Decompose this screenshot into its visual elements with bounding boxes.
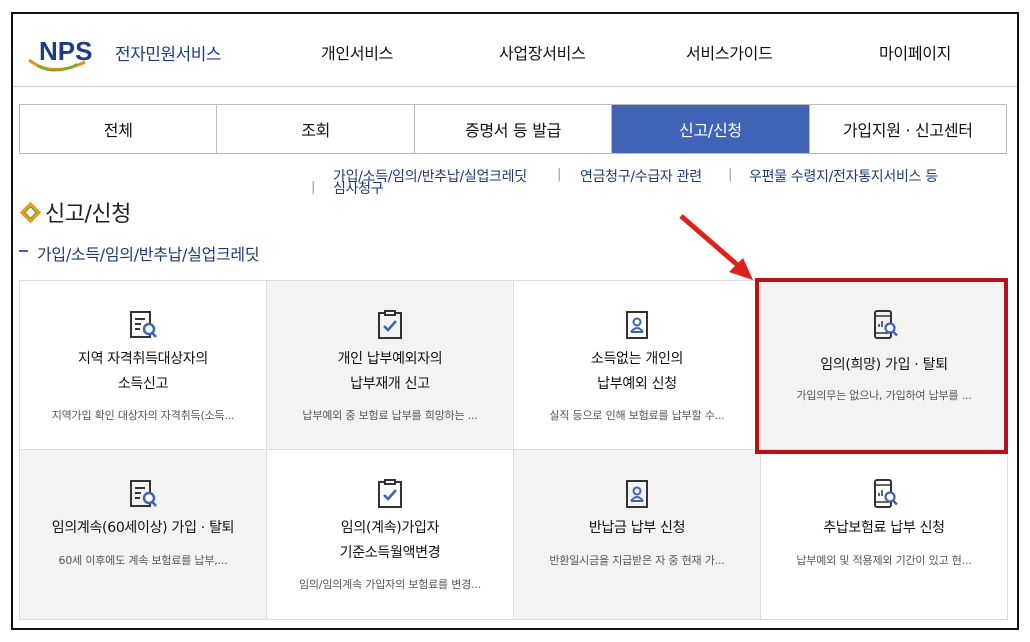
subnav-mail-address[interactable]: 우편물 수령지/전자통지서비스 등 [749,166,938,186]
subnav-separator: | [557,167,562,182]
card-description: 납부예외 및 적용제외 기간이 있고 현... [796,554,972,567]
logo-title: 전자민원서비스 [115,45,221,65]
card-voluntary-join-withdraw[interactable]: 임의(희망) 가입 · 탈퇴 가입의무는 없으나, 가입하여 납부를 ... [761,280,1008,450]
section-dash-icon [19,250,28,252]
id-card-icon [626,480,648,508]
logo-swoosh-icon [28,58,86,72]
document-search-icon [130,311,157,338]
page-title: 신고/신청 [45,202,131,227]
tab-report-apply[interactable]: 신고/신청 [611,105,809,153]
card-description: 가입의무는 없으나, 가입하여 납부를 ... [796,389,972,402]
card-description: 임의/임의계속 가입자의 보험료를 변경... [298,578,481,591]
card-title: 납부예외 신청 [597,376,677,392]
card-title: 개인 납부예외자의 [337,351,443,367]
card-title: 임의계속(60세이상) 가입 · 탈퇴 [51,520,235,536]
tab-certificates[interactable]: 증명서 등 발급 [413,105,611,153]
section-title: 가입/소득/임의/반추납/실업크레딧 [37,245,260,264]
card-title: 반납금 납부 신청 [588,520,686,536]
card-description: 반환일시금을 지급받은 자 중 현재 가... [549,554,725,567]
card-payment-exemption-apply[interactable]: 소득없는 개인의 납부예외 신청 실직 등으로 인해 보험료를 납부할 수... [514,280,761,450]
subnav-pension-claim[interactable]: 연금청구/수급자 관련 [580,166,702,186]
card-refund-payment-apply[interactable]: 반납금 납부 신청 반환일시금을 지급받은 자 중 현재 가... [514,450,761,620]
card-description: 지역가입 확인 대상자의 자격취득(소득... [51,409,235,422]
nav-personal-services[interactable]: 개인서비스 [321,40,393,64]
subnav-separator: | [311,180,316,195]
site-header: NPS 전자민원서비스 개인서비스 사업장서비스 서비스가이드 마이페이지 [13,14,1017,87]
card-title: 기준소득월액변경 [339,545,441,561]
tab-inquiry[interactable]: 조회 [216,105,413,153]
tab-all[interactable]: 전체 [19,105,216,153]
card-title: 납부재개 신고 [350,376,430,392]
document-search-icon [130,480,157,507]
card-description: 실직 등으로 인해 보험료를 납부할 수... [549,409,725,422]
nav-business-services[interactable]: 사업장서비스 [499,40,586,64]
subnav-review-request[interactable]: 심사청구 [333,178,384,198]
subnav-separator: | [728,167,733,182]
card-regional-income-report[interactable]: 지역 자격취득대상자의 소득신고 지역가입 확인 대상자의 자격취득(소득... [19,280,267,450]
card-late-premium-payment[interactable]: 추납보험료 납부 신청 납부예외 및 적용제외 기간이 있고 현... [761,450,1008,620]
nps-logo[interactable]: NPS 전자민원서비스 [23,34,228,74]
tab-support-center[interactable]: 가입지원 · 신고센터 [808,105,1008,153]
clipboard-check-icon [378,479,402,508]
phone-search-icon [874,310,898,339]
category-tabs: 전체 조회 증명서 등 발급 신고/신청 가입지원 · 신고센터 [19,104,1008,154]
card-title: 소득신고 [117,376,169,392]
diamond-bullet-icon [19,201,42,224]
id-card-icon [626,311,648,339]
card-income-standard-change[interactable]: 임의(계속)가입자 기준소득월액변경 임의/임의계속 가입자의 보험료를 변경.… [267,450,514,620]
card-title: 추납보험료 납부 신청 [823,520,945,536]
card-continued-voluntary-60[interactable]: 임의계속(60세이상) 가입 · 탈퇴 60세 이후에도 계속 보험료를 납부,… [19,450,267,620]
nav-service-guide[interactable]: 서비스가이드 [686,40,773,64]
red-arrow-icon [679,214,753,280]
nav-my-page[interactable]: 마이페이지 [879,40,951,64]
card-title: 임의(계속)가입자 [340,520,440,536]
card-description: 60세 이후에도 계속 보험료를 납부,... [58,554,228,567]
clipboard-check-icon [378,310,402,339]
card-title: 임의(희망) 가입 · 탈퇴 [820,357,948,373]
card-description: 납부예외 중 보험료 납부를 희망하는 ... [302,409,478,422]
card-payment-resume-report[interactable]: 개인 납부예외자의 납부재개 신고 납부예외 중 보험료 납부를 희망하는 ..… [267,280,514,450]
page-frame: NPS 전자민원서비스 개인서비스 사업장서비스 서비스가이드 마이페이지 전체… [11,12,1019,630]
card-title: 지역 자격취득대상자의 [78,351,208,367]
phone-search-icon [874,479,898,508]
card-title: 소득없는 개인의 [590,351,684,367]
